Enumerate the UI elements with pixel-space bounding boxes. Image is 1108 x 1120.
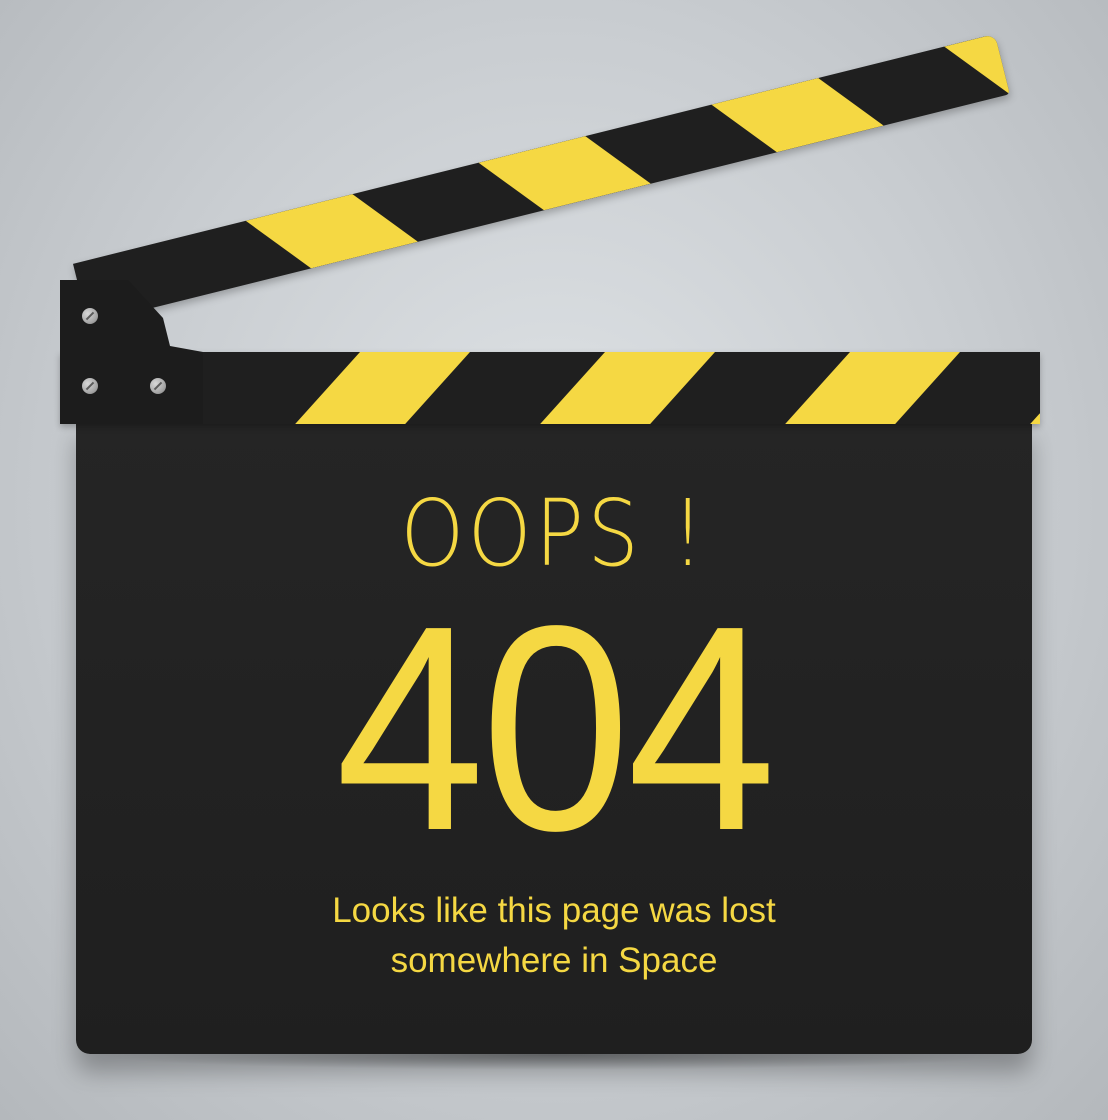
screw-icon bbox=[82, 378, 98, 394]
message-line-1: Looks like this page was lost bbox=[332, 891, 776, 930]
clapper-stripe bbox=[944, 34, 1010, 95]
error-code: 404 bbox=[335, 565, 776, 891]
clapper-top-stick bbox=[73, 34, 1010, 324]
clapper-stripe bbox=[478, 136, 651, 211]
clapper-hinge bbox=[60, 280, 203, 424]
clapper-stripe bbox=[540, 352, 715, 424]
clapper-stripe bbox=[295, 352, 470, 424]
message-line-2: somewhere in Space bbox=[390, 940, 718, 980]
clapper-stripe bbox=[1030, 352, 1040, 424]
clapper-stripe bbox=[785, 352, 960, 424]
screw-icon bbox=[150, 378, 166, 394]
clapper-stripe bbox=[245, 194, 418, 269]
error-description: Looks like this page was lost somewhere … bbox=[76, 886, 1032, 985]
error-message-block: OOPS ! 404 Looks like this page was lost… bbox=[76, 470, 1032, 985]
clapperboard-scene: OOPS ! 404 Looks like this page was lost… bbox=[0, 0, 1108, 1120]
screw-icon bbox=[82, 308, 98, 324]
clapper-stripe bbox=[711, 78, 884, 153]
